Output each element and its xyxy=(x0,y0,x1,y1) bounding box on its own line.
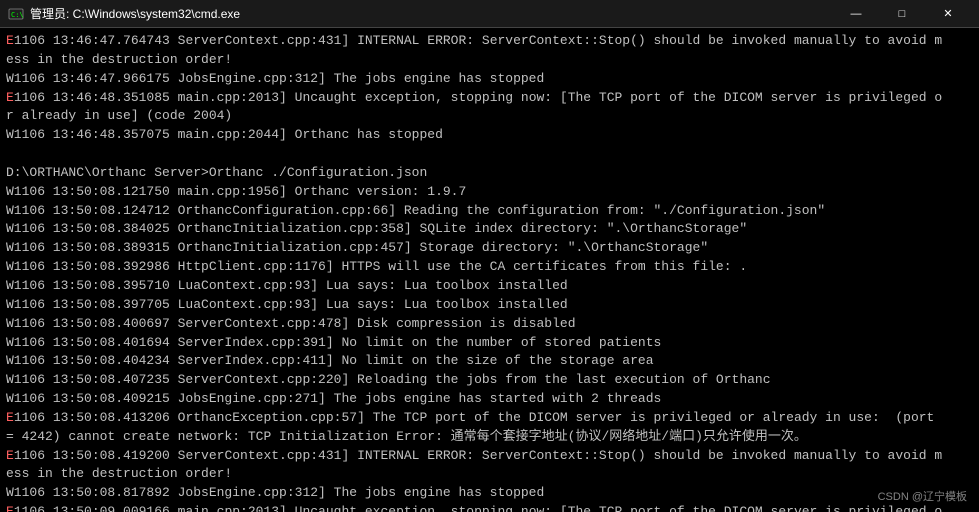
console-line: W1106 13:50:08.397705 LuaContext.cpp:93]… xyxy=(6,296,973,315)
console-line: W1106 13:46:47.966175 JobsEngine.cpp:312… xyxy=(6,70,973,89)
console-line: W1106 13:46:48.357075 main.cpp:2044] Ort… xyxy=(6,126,973,145)
close-button[interactable]: ✕ xyxy=(925,0,971,28)
title-bar-icon: C:\ xyxy=(8,6,24,22)
console-line: E1106 13:50:09.009166 main.cpp:2013] Unc… xyxy=(6,503,973,512)
console-area: E1106 13:46:47.764743 ServerContext.cpp:… xyxy=(0,28,979,512)
console-line: W1106 13:50:08.409215 JobsEngine.cpp:271… xyxy=(6,390,973,409)
title-bar: C:\ 管理员: C:\Windows\system32\cmd.exe — □… xyxy=(0,0,979,28)
console-line: r already in use] (code 2004) xyxy=(6,107,973,126)
console-line: W1106 13:50:08.384025 OrthancInitializat… xyxy=(6,220,973,239)
console-line: W1106 13:50:08.401694 ServerIndex.cpp:39… xyxy=(6,334,973,353)
minimize-button[interactable]: — xyxy=(833,0,879,28)
console-line: W1106 13:50:08.389315 OrthancInitializat… xyxy=(6,239,973,258)
console-line: E1106 13:46:47.764743 ServerContext.cpp:… xyxy=(6,32,973,51)
console-line: E1106 13:50:08.419200 ServerContext.cpp:… xyxy=(6,447,973,466)
maximize-button[interactable]: □ xyxy=(879,0,925,28)
console-line: W1106 13:50:08.400697 ServerContext.cpp:… xyxy=(6,315,973,334)
console-line: D:\ORTHANC\Orthanc Server>Orthanc ./Conf… xyxy=(6,164,973,183)
console-line xyxy=(6,145,973,164)
console-line: W1106 13:50:08.407235 ServerContext.cpp:… xyxy=(6,371,973,390)
console-line: ess in the destruction order! xyxy=(6,51,973,70)
console-line: E1106 13:50:08.413206 OrthancException.c… xyxy=(6,409,973,428)
console-line: W1106 13:50:08.124712 OrthancConfigurati… xyxy=(6,202,973,221)
console-line: W1106 13:50:08.404234 ServerIndex.cpp:41… xyxy=(6,352,973,371)
console-line: ess in the destruction order! xyxy=(6,465,973,484)
console-line: W1106 13:50:08.121750 main.cpp:1956] Ort… xyxy=(6,183,973,202)
title-bar-controls: — □ ✕ xyxy=(833,0,971,28)
console-line: W1106 13:50:08.395710 LuaContext.cpp:93]… xyxy=(6,277,973,296)
console-line: = 4242) cannot create network: TCP Initi… xyxy=(6,428,973,447)
console-line: W1106 13:50:08.392986 HttpClient.cpp:117… xyxy=(6,258,973,277)
console-line: W1106 13:50:08.817892 JobsEngine.cpp:312… xyxy=(6,484,973,503)
svg-text:C:\: C:\ xyxy=(11,11,24,19)
title-bar-text: 管理员: C:\Windows\system32\cmd.exe xyxy=(30,5,833,22)
console-line: E1106 13:46:48.351085 main.cpp:2013] Unc… xyxy=(6,89,973,108)
